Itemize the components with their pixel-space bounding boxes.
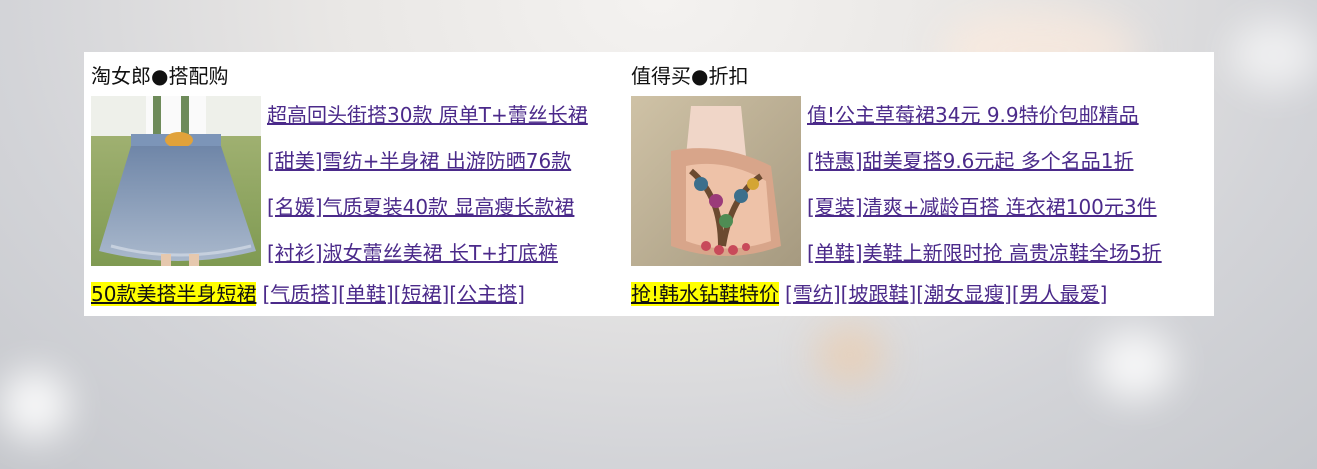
section-outfit: 淘女郎●搭配购 超高回头街搭30款 原单T+蕾丝长裙 [甜美]雪纺+半身裙 出游… — [91, 52, 626, 316]
sandal-thumbnail[interactable] — [631, 96, 801, 266]
skirt-thumbnail[interactable] — [91, 96, 261, 266]
tag-row: 抢!韩水钻鞋特价 [雪纺][坡跟鞋][潮女显瘦][男人最爱] — [631, 280, 1107, 308]
promo-link[interactable]: [单鞋]美鞋上新限时抢 高贵凉鞋全场5折 — [807, 238, 1162, 284]
promo-link[interactable]: 超高回头街搭30款 原单T+蕾丝长裙 — [267, 100, 588, 146]
tag-link[interactable]: [短裙] — [394, 282, 450, 306]
tag-link[interactable]: [单鞋] — [338, 282, 394, 306]
link-list: 值!公主草莓裙34元 9.9特价包邮精品 [特惠]甜美夏搭9.6元起 多个名品1… — [807, 100, 1162, 284]
background-bokeh — [815, 325, 885, 385]
tag-link[interactable]: [雪纺] — [785, 282, 841, 306]
tag-list: [雪纺][坡跟鞋][潮女显瘦][男人最爱] — [785, 282, 1107, 306]
sandal-image — [631, 96, 801, 266]
highlight-link[interactable]: 50款美搭半身短裙 — [91, 282, 257, 306]
tag-link[interactable]: [坡跟鞋] — [841, 282, 917, 306]
highlight-link[interactable]: 抢!韩水钻鞋特价 — [631, 282, 780, 306]
background-bokeh — [0, 370, 70, 440]
tag-link[interactable]: [男人最爱] — [1012, 282, 1108, 306]
tag-link[interactable]: [气质搭] — [262, 282, 338, 306]
tag-list: [气质搭][单鞋][短裙][公主搭] — [262, 282, 524, 306]
ad-panel: 淘女郎●搭配购 超高回头街搭30款 原单T+蕾丝长裙 [甜美]雪纺+半身裙 出游… — [84, 52, 1214, 316]
section-title: 淘女郎●搭配购 — [91, 64, 229, 88]
promo-link[interactable]: [夏装]清爽+减龄百搭 连衣裙100元3件 — [807, 192, 1162, 238]
promo-link[interactable]: 值!公主草莓裙34元 9.9特价包邮精品 — [807, 100, 1162, 146]
section-deals: 值得买●折扣 值!公主草莓裙34元 9.9特价包邮精品 [特惠]甜美夏搭9.6元… — [631, 52, 1211, 316]
tag-link[interactable]: [潮女显瘦] — [916, 282, 1012, 306]
promo-link[interactable]: [甜美]雪纺+半身裙 出游防晒76款 — [267, 146, 588, 192]
tag-link[interactable]: [公主搭] — [449, 282, 525, 306]
promo-link[interactable]: [特惠]甜美夏搭9.6元起 多个名品1折 — [807, 146, 1162, 192]
tag-row: 50款美搭半身短裙 [气质搭][单鞋][短裙][公主搭] — [91, 280, 525, 308]
section-title: 值得买●折扣 — [631, 64, 749, 88]
promo-link[interactable]: [衬衫]淑女蕾丝美裙 长T+打底裤 — [267, 238, 588, 284]
background-bokeh — [1095, 330, 1175, 400]
background-bokeh — [1230, 20, 1317, 90]
skirt-image — [91, 96, 261, 266]
promo-link[interactable]: [名媛]气质夏装40款 显高瘦长款裙 — [267, 192, 588, 238]
link-list: 超高回头街搭30款 原单T+蕾丝长裙 [甜美]雪纺+半身裙 出游防晒76款 [名… — [267, 100, 588, 284]
